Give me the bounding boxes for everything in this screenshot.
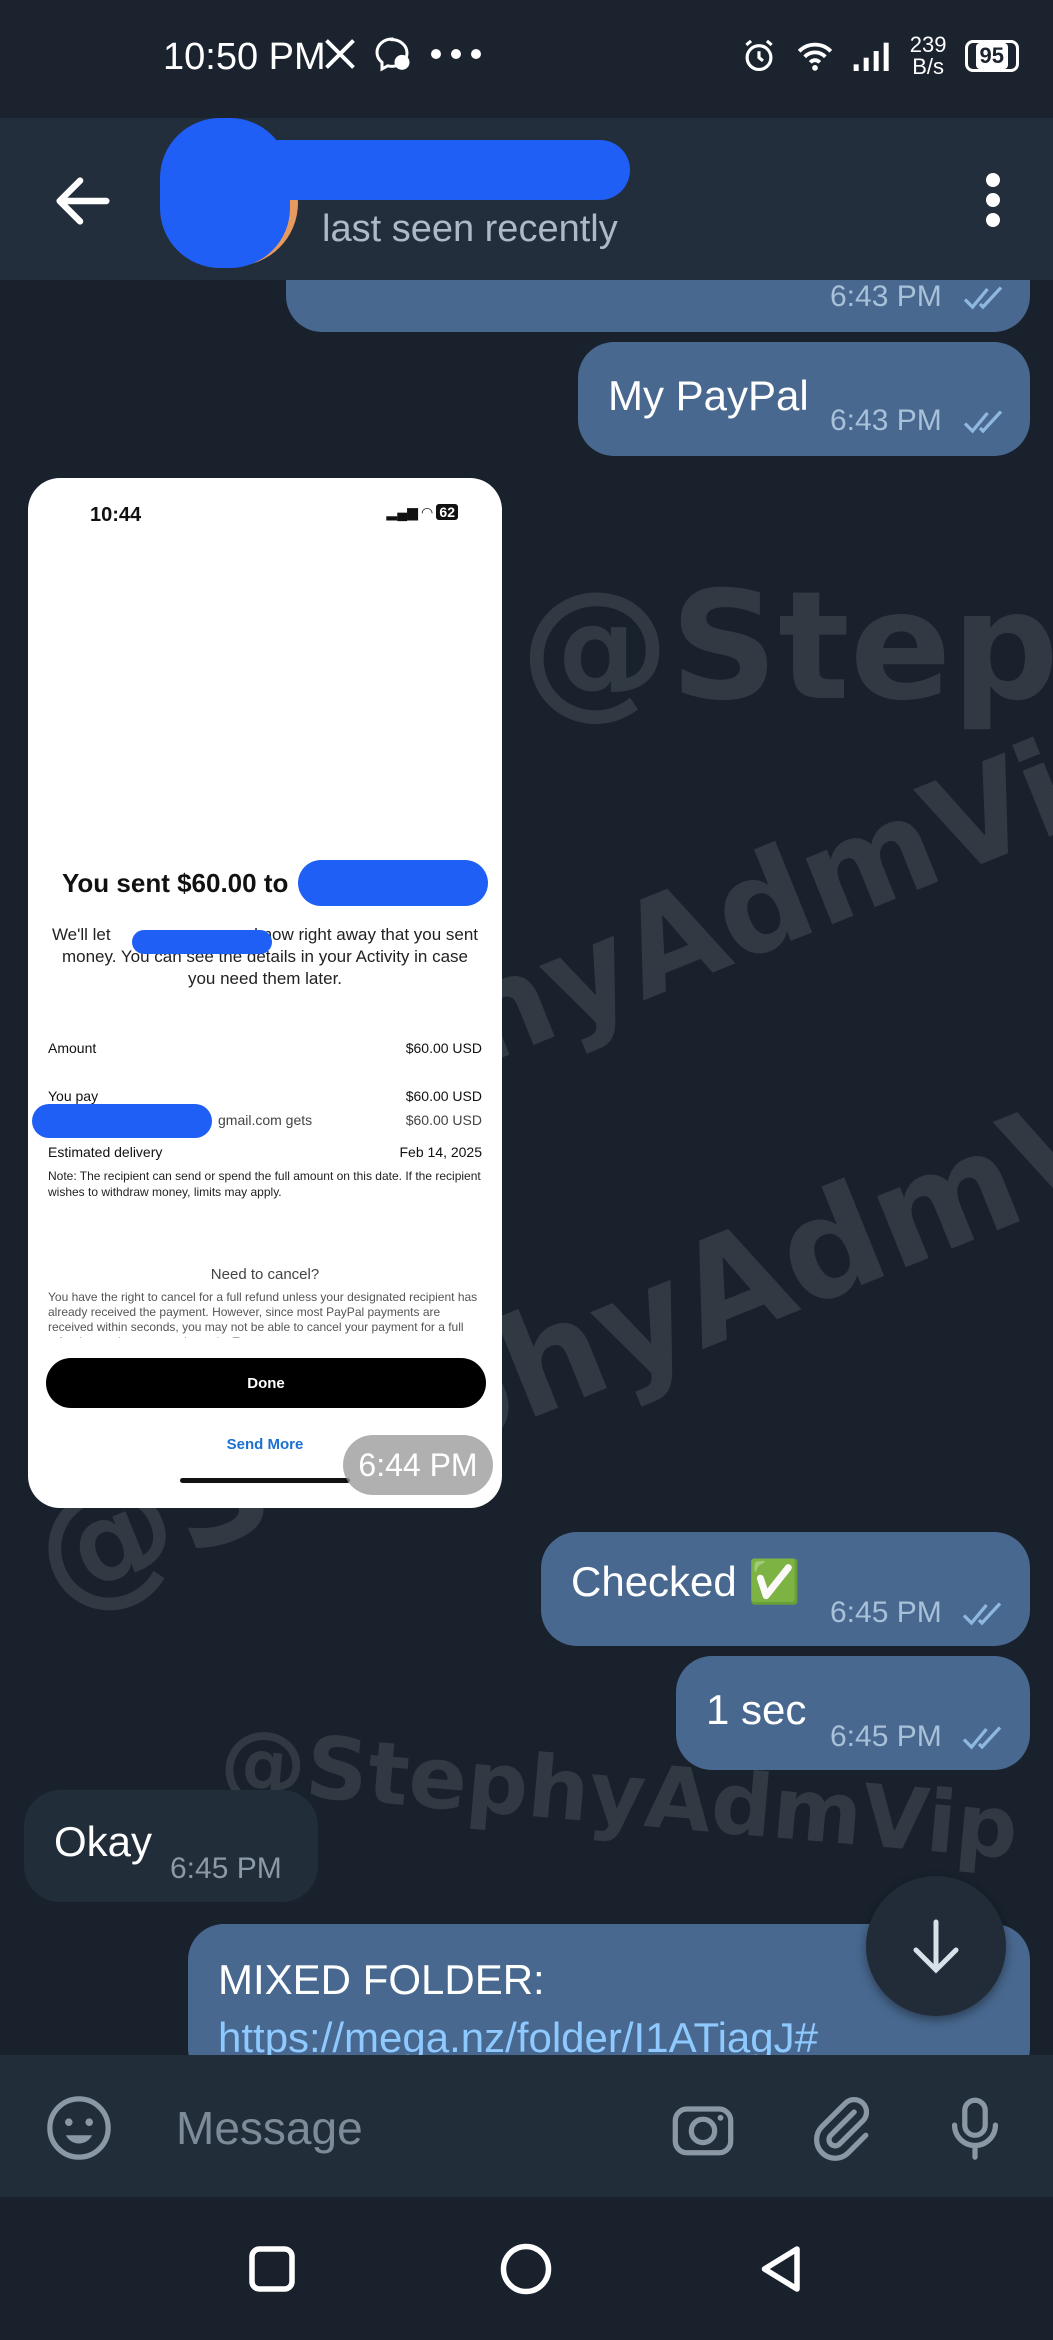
message-link[interactable]: https://mega.nz/folder/I1ATiagJ# (218, 2014, 818, 2055)
read-ticks-icon (963, 286, 1003, 310)
you-pay-value: $60.00 USD (405, 1088, 482, 1104)
emoji-icon[interactable] (44, 2093, 114, 2163)
recipient-redaction (298, 860, 488, 906)
gets-value: $60.00 USD (405, 1112, 482, 1128)
photo-message[interactable]: 10:44 ▂▄▆ ◠ 62 You sent $60.00 to We'll … (28, 478, 502, 1508)
recipient-redaction (132, 930, 272, 954)
net-speed-unit: B/s (912, 54, 945, 79)
photo-battery-level: 62 (436, 504, 458, 520)
arrow-down-icon (913, 1919, 959, 1974)
messenger-icon (375, 37, 410, 72)
message-text: 1 sec (706, 1686, 807, 1733)
photo-note: Note: The recipient can send or spend th… (48, 1169, 481, 1199)
wifi-icon (797, 42, 832, 71)
net-speed-value: 239 (909, 32, 947, 57)
read-ticks-icon (962, 1726, 1002, 1750)
delivery-value: Feb 14, 2025 (399, 1144, 482, 1160)
read-ticks-icon (962, 1602, 1002, 1626)
status-bar: 10:50 PM 239 B/s 95 (0, 0, 1053, 118)
photo-battery: ▂▄▆ ◠ 62 (386, 504, 458, 521)
recents-icon[interactable] (242, 2239, 302, 2299)
photo-amount-row: Amount $60.00 USD (48, 1040, 482, 1056)
signal-icon (853, 42, 889, 71)
message-time: 6:45 PM (170, 1852, 282, 1885)
chat-area[interactable]: @StephyAdmVip @StephyAdmVip @StephyAdmVi… (0, 280, 1053, 2055)
message-bubble-outgoing[interactable]: My PayPal 6:43 PM (578, 342, 1030, 456)
back-arrow-icon[interactable] (48, 166, 118, 236)
status-time: 10:50 PM (163, 36, 326, 78)
home-icon[interactable] (496, 2239, 556, 2299)
more-dots-icon (431, 49, 481, 59)
alarm-icon (745, 39, 773, 72)
amount-label: Amount (48, 1040, 97, 1056)
navigation-bar (0, 2197, 1053, 2340)
message-time: 6:45 PM (830, 1720, 942, 1753)
system-icons: 239 B/s 95 (740, 34, 1019, 78)
microphone-icon[interactable] (940, 2093, 1010, 2163)
photo-body-prefix: We'll let (51, 925, 111, 944)
photo-cancel-body: You have the right to cancel for a full … (48, 1290, 478, 1338)
photo-time: 6:44 PM (343, 1435, 493, 1495)
photo-cancel-title: Need to cancel? (210, 1266, 320, 1283)
notification-icons (322, 34, 486, 74)
message-input[interactable]: Message (176, 2101, 363, 2155)
message-text: MIXED FOLDER: (218, 1956, 545, 2003)
photo-home-indicator (180, 1478, 350, 1483)
scroll-down-button[interactable] (866, 1876, 1006, 2016)
photo-title: You sent $60.00 to (62, 868, 289, 898)
message-bubble-incoming[interactable]: Okay 6:45 PM (24, 1790, 318, 1902)
battery-level: 95 (975, 43, 1008, 69)
message-text: Checked ✅ (571, 1558, 801, 1605)
more-vert-icon[interactable] (973, 170, 1013, 230)
read-ticks-icon (963, 410, 1003, 434)
message-text: My PayPal (608, 372, 809, 419)
camera-icon[interactable] (668, 2093, 738, 2163)
back-icon[interactable] (752, 2239, 812, 2299)
last-seen-status: last seen recently (322, 208, 618, 250)
x-icon (325, 39, 355, 69)
message-time: 6:43 PM (830, 404, 942, 437)
message-text: Okay (54, 1818, 153, 1865)
email-redaction (32, 1104, 212, 1138)
battery-icon: 95 (964, 40, 1019, 72)
photo-status-time: 10:44 (90, 504, 142, 526)
message-time: 6:43 PM (830, 280, 942, 313)
message-bubble-outgoing[interactable]: 6:43 PM (286, 280, 1030, 332)
message-bubble-outgoing[interactable]: Checked ✅ 6:45 PM (541, 1532, 1030, 1646)
delivery-label: Estimated delivery (48, 1144, 163, 1160)
photo-you-pay-row: You pay $60.00 USD (48, 1088, 482, 1104)
amount-value: $60.00 USD (405, 1040, 482, 1056)
message-time: 6:45 PM (830, 1596, 942, 1629)
watermark: @StephyAdmVip (520, 560, 1053, 734)
net-speed: 239 B/s (910, 34, 947, 78)
message-input-bar: Message (0, 2055, 1053, 2197)
message-bubble-outgoing[interactable]: 1 sec 6:45 PM (676, 1656, 1030, 1770)
photo-done-button: Done (46, 1358, 486, 1408)
you-pay-label: You pay (48, 1088, 99, 1104)
photo-delivery-row: Estimated delivery Feb 14, 2025 (48, 1144, 482, 1160)
contact-name-redaction (250, 140, 630, 200)
attach-icon[interactable] (806, 2093, 876, 2163)
